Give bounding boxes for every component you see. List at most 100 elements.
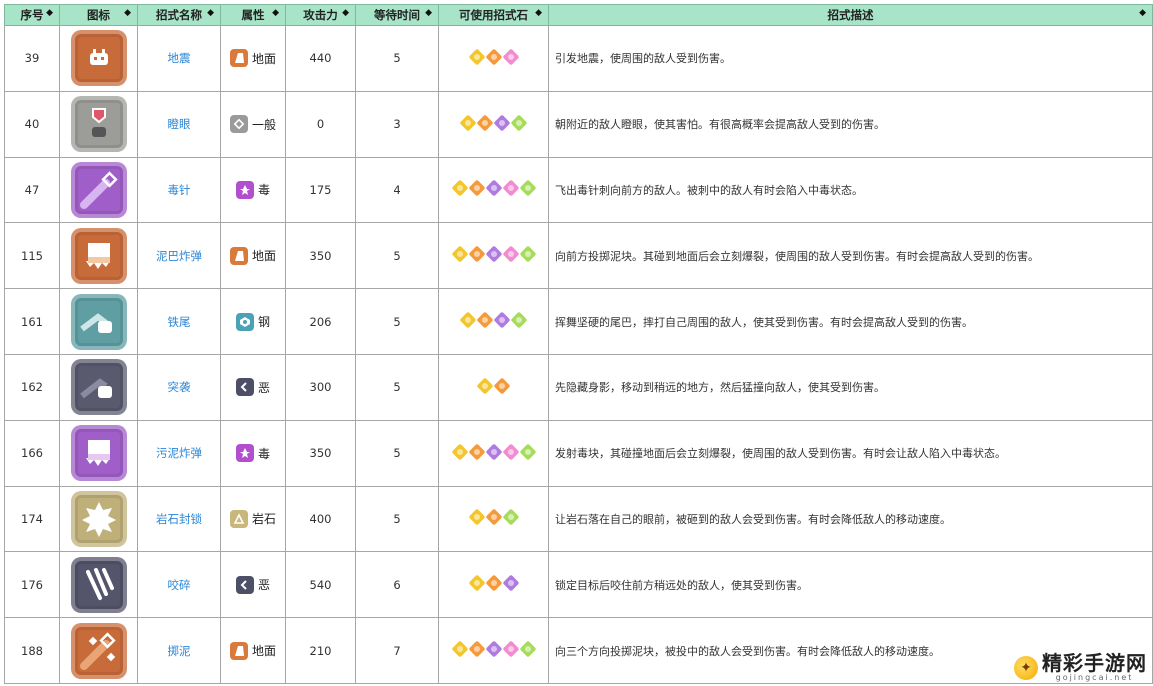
move-name-link[interactable]: 地震 — [168, 51, 191, 65]
iron-tail-icon — [70, 293, 127, 350]
cell-power: 300 — [285, 353, 356, 421]
sort-icon[interactable]: ◆ — [535, 8, 542, 18]
cell-name: 咬碎 — [137, 551, 221, 619]
cell-desc: 让岩石落在自己的眼前，被砸到的敌人会受到伤害。有时会降低敌人的移动速度。 — [548, 485, 1153, 553]
sort-icon[interactable]: ◆ — [342, 8, 349, 18]
cell-power: 400 — [285, 485, 356, 553]
normal-icon — [229, 115, 248, 134]
cell-stones — [438, 617, 549, 684]
col-header-stones[interactable]: 可使用招式石 ◆ — [438, 4, 549, 26]
col-header-power[interactable]: 攻击力 ◆ — [285, 4, 356, 26]
cell-power: 350 — [285, 419, 356, 487]
mud-bomb-icon — [70, 227, 127, 284]
cell-cooldown: 7 — [355, 617, 439, 684]
cell-stones — [438, 288, 549, 355]
sort-icon[interactable]: ◆ — [124, 8, 131, 18]
move-name-link[interactable]: 铁尾 — [168, 315, 191, 329]
move-stone-green-icon — [510, 311, 528, 329]
cell-stones — [438, 25, 549, 92]
cell-name: 岩石封锁 — [137, 485, 221, 553]
col-header-index[interactable]: 序号 ◆ — [4, 4, 60, 26]
cell-attr: 岩石 — [220, 485, 286, 553]
move-stone-green-icon — [519, 640, 536, 658]
cell-stones — [438, 156, 549, 224]
cell-desc: 朝附近的敌人瞪眼，使其害怕。有很高概率会提高敌人受到的伤害。 — [548, 90, 1153, 158]
cell-icon — [59, 25, 138, 92]
cell-desc: 锁定目标后咬住前方稍远处的敌人，使其受到伤害。 — [548, 551, 1153, 619]
move-stone-orange-icon — [485, 574, 502, 592]
cell-desc: 引发地震，使周围的敌人受到伤害。 — [548, 25, 1153, 92]
sludge-bomb-icon — [70, 425, 127, 482]
move-stone-yellow-icon — [451, 245, 468, 263]
move-name-link[interactable]: 咬碎 — [168, 578, 191, 592]
table-row: 161 铁尾 钢 206 5 挥舞坚硬的尾巴，摔打自己周围的敌人，使其受到伤害。… — [4, 288, 1153, 355]
rock-icon — [229, 509, 248, 528]
cell-icon — [59, 419, 138, 487]
attr-label: 毒 — [257, 183, 270, 198]
move-stone-purple-icon — [485, 640, 502, 658]
move-name-link[interactable]: 泥巴炸弹 — [156, 249, 202, 263]
cell-name: 铁尾 — [137, 288, 221, 355]
site-logo-icon: ✦ — [1014, 655, 1038, 680]
col-header-cooldown[interactable]: 等待时间 ◆ — [355, 4, 439, 26]
col-header-icon[interactable]: 图标 ◆ — [59, 4, 138, 26]
cell-cooldown: 5 — [355, 485, 439, 553]
move-stone-pink-icon — [502, 640, 519, 658]
cell-power: 210 — [285, 617, 356, 684]
cell-attr: 地面 — [220, 222, 286, 290]
steel-icon — [235, 312, 254, 331]
sort-icon[interactable]: ◆ — [272, 8, 279, 18]
sort-icon[interactable]: ◆ — [46, 8, 53, 18]
move-stone-orange-icon — [493, 377, 511, 395]
move-name-link[interactable]: 毒针 — [168, 183, 191, 197]
cell-index: 166 — [4, 419, 60, 487]
cell-name: 瞪眼 — [137, 90, 221, 158]
cell-index: 174 — [4, 485, 60, 553]
col-header-desc[interactable]: 招式描述 ◆ — [548, 4, 1153, 26]
move-stone-purple-icon — [485, 443, 502, 461]
cell-attr: 恶 — [220, 551, 286, 619]
cell-attr: 毒 — [220, 156, 286, 224]
col-header-attr[interactable]: 属性 ◆ — [220, 4, 286, 26]
cell-stones — [438, 222, 549, 290]
cell-power: 440 — [285, 25, 356, 92]
move-name-link[interactable]: 突袭 — [168, 380, 191, 394]
cell-name: 污泥炸弹 — [137, 419, 221, 487]
attr-label: 岩石 — [251, 512, 276, 527]
move-name-link[interactable]: 污泥炸弹 — [156, 446, 202, 460]
sort-icon[interactable]: ◆ — [1139, 8, 1146, 18]
sort-icon[interactable]: ◆ — [425, 8, 432, 18]
move-stone-orange-icon — [468, 443, 485, 461]
move-stone-orange-icon — [485, 48, 502, 66]
table-row: 188 掷泥 地面 210 7 向三个方向投掷泥块，被投中的敌人会受到伤害。有时… — [4, 617, 1153, 684]
move-stone-yellow-icon — [451, 640, 468, 658]
cell-icon — [59, 156, 138, 224]
cell-cooldown: 5 — [355, 288, 439, 355]
cell-index: 115 — [4, 222, 60, 290]
move-stone-purple-icon — [485, 245, 502, 263]
move-name-link[interactable]: 岩石封锁 — [156, 512, 202, 526]
cell-attr: 毒 — [220, 419, 286, 487]
move-stone-orange-icon — [468, 179, 485, 197]
move-name-link[interactable]: 瞪眼 — [168, 117, 191, 131]
dark-icon — [235, 575, 254, 594]
cell-icon — [59, 222, 138, 290]
cell-stones — [438, 419, 549, 487]
col-header-name[interactable]: 招式名称 ◆ — [137, 4, 221, 26]
attr-label: 地面 — [251, 249, 276, 264]
table-header-row: 序号 ◆ 图标 ◆ 招式名称 ◆ 属性 ◆ 攻击力 ◆ 等待时间 ◆ 可使用招式石 ◆ 招式描… — [4, 4, 1153, 26]
table-row: 166 污泥炸弹 毒 350 5 发射毒块，其碰撞地面后会立刻爆裂，使周围的敌人… — [4, 419, 1153, 487]
attr-label: 一般 — [251, 117, 276, 132]
sort-icon[interactable]: ◆ — [207, 8, 214, 18]
cell-name: 毒针 — [137, 156, 221, 224]
cell-icon — [59, 90, 138, 158]
move-name-link[interactable]: 掷泥 — [168, 644, 191, 658]
cell-name: 突袭 — [137, 353, 221, 421]
cell-power: 540 — [285, 551, 356, 619]
cell-name: 泥巴炸弹 — [137, 222, 221, 290]
cell-index: 161 — [4, 288, 60, 355]
move-stone-green-icon — [519, 179, 536, 197]
poison-icon — [235, 444, 254, 463]
rock-lock-icon — [70, 490, 127, 547]
move-stone-green-icon — [519, 443, 536, 461]
